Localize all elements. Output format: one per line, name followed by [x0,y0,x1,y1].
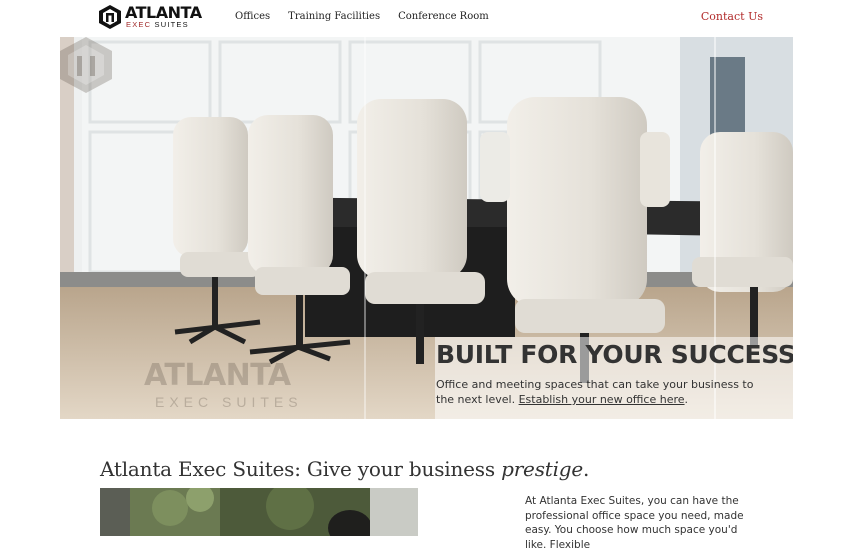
watermark-subtitle: EXEC SUITES [155,394,303,410]
logo-subtitle: EXEC SUITES [126,20,189,29]
logo-mark-icon [99,5,121,29]
site-header: ATLANTA EXEC SUITES Offices Training Fac… [0,0,850,37]
intro-paragraph: At Atlanta Exec Suites, you can have the… [525,495,744,551]
logo[interactable]: ATLANTA EXEC SUITES [99,4,202,32]
watermark-word: ATLANTA [144,358,291,393]
establish-office-link[interactable]: Establish your new office here [519,393,685,406]
contact-us-link[interactable]: Contact Us [701,10,763,23]
office-photo [100,488,418,536]
hero-description: Office and meeting spaces that can take … [436,378,754,406]
nav-offices[interactable]: Offices [235,11,270,22]
hero-banner: ATLANTA EXEC SUITES BUILT FOR YOUR SUCCE… [60,37,793,419]
page-headline: Atlanta Exec Suites: Give your business … [100,457,590,481]
nav-training-facilities[interactable]: Training Facilities [288,11,380,22]
watermark-logo-icon [60,37,112,93]
logo-word: ATLANTA [125,3,202,22]
hero-title: BUILT FOR YOUR SUCCESS [436,340,793,369]
main-nav: Offices Training Facilities Conference R… [235,11,507,22]
nav-conference-room[interactable]: Conference Room [398,11,489,22]
